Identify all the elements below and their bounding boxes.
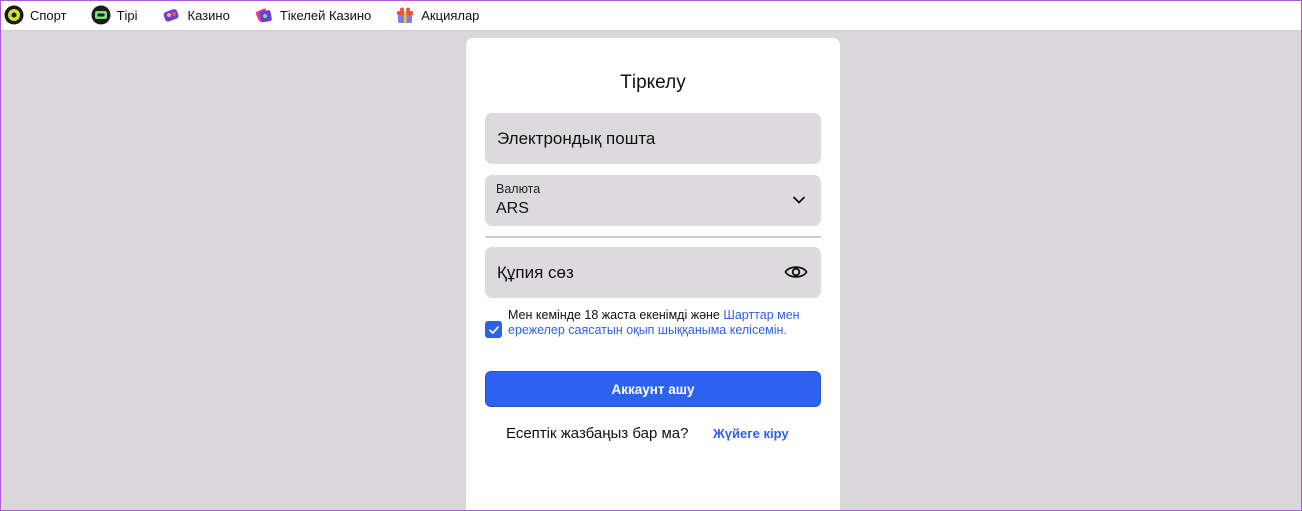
currency-select[interactable]: Валюта ARS — [485, 175, 821, 226]
email-field[interactable]: Электрондық пошта — [485, 113, 821, 164]
password-placeholder: Құпия сөз — [497, 263, 574, 282]
check-icon — [488, 325, 499, 334]
have-account-text: Есептік жазбаңыз бар ма? — [506, 425, 689, 442]
page-title: Тіркелу — [620, 72, 686, 93]
login-link[interactable]: Жүйеге кіру — [713, 426, 789, 441]
terms-text-plain: Мен кемінде 18 жаста екенімді және — [508, 308, 724, 322]
top-navigation: Спорт Тірі Казино Тікелей Казино Акцияла… — [0, 0, 1302, 31]
terms-text: Мен кемінде 18 жаста екенімді және Шартт… — [508, 308, 808, 338]
nav-item-label: Акциялар — [421, 7, 480, 23]
password-field[interactable]: Құпия сөз — [485, 247, 821, 298]
currency-value: ARS — [496, 200, 529, 217]
nav-item-live[interactable]: Тірі — [91, 0, 138, 31]
nav-item-label: Казино — [187, 7, 230, 23]
divider — [485, 236, 821, 238]
terms-agreement: Мен кемінде 18 жаста екенімді және Шартт… — [485, 308, 821, 356]
nav-item-promotions[interactable]: Акциялар — [395, 0, 479, 31]
terms-checkbox[interactable] — [485, 321, 502, 338]
soccer-ball-icon — [4, 5, 24, 25]
nav-item-label: Спорт — [30, 7, 67, 23]
currency-label: Валюта — [496, 182, 541, 196]
casino-chips-icon — [254, 5, 274, 25]
nav-item-live-casino[interactable]: Тікелей Казино — [254, 0, 371, 31]
login-row: Есептік жазбаңыз бар ма? Жүйеге кіру — [466, 425, 840, 445]
slot-machine-icon — [162, 5, 182, 25]
chevron-down-icon — [793, 196, 805, 204]
create-account-button[interactable]: Аккаунт ашу — [485, 371, 821, 407]
registration-card: Тіркелу Электрондық пошта Валюта ARS Құп… — [466, 38, 840, 511]
live-tv-icon — [91, 5, 111, 25]
gift-box-icon — [395, 5, 415, 25]
nav-item-sport[interactable]: Спорт — [4, 0, 67, 31]
eye-icon[interactable] — [784, 262, 808, 282]
nav-item-casino[interactable]: Казино — [162, 0, 230, 31]
nav-item-label: Тірі — [116, 7, 138, 23]
email-placeholder: Электрондық пошта — [497, 129, 656, 148]
nav-item-label: Тікелей Казино — [279, 7, 372, 23]
